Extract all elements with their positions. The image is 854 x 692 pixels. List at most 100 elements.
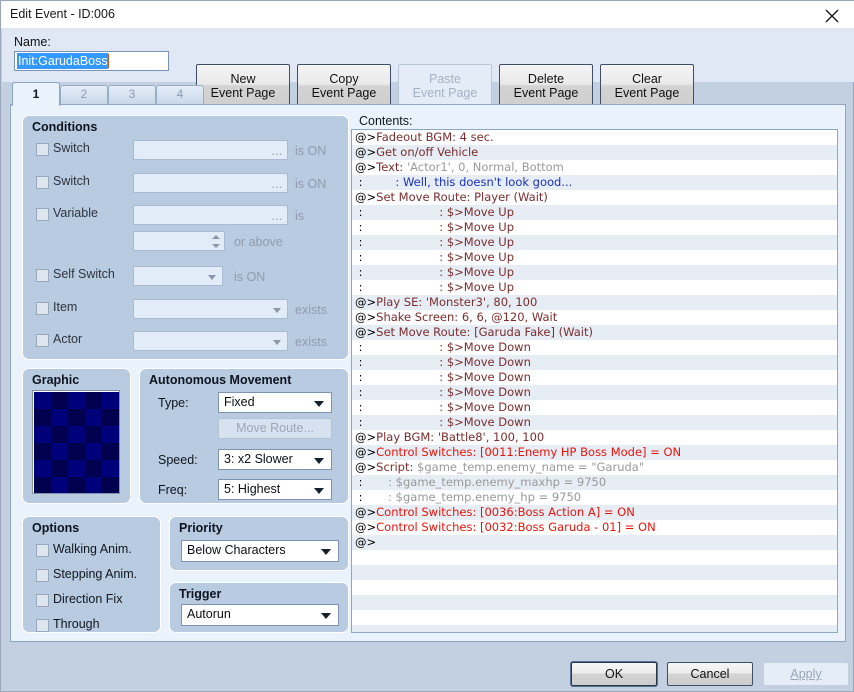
movement-type-label: Type:: [158, 396, 189, 410]
command-marker: @>: [355, 520, 377, 534]
close-icon[interactable]: [809, 1, 854, 28]
event-command-line[interactable]: : : $>Move Up: [352, 250, 837, 265]
option-direction-fix-checkbox[interactable]: [36, 594, 49, 607]
movement-type-dropdown[interactable]: Fixed: [218, 392, 332, 413]
spinner-arrows-icon: [212, 234, 221, 250]
event-command-line[interactable]: @>Text: 'Actor1', 0, Normal, Bottom: [352, 160, 837, 175]
tab-page-2[interactable]: 2: [60, 85, 108, 104]
tab-page-4[interactable]: 4: [156, 85, 204, 104]
command-marker: :: [355, 490, 367, 504]
event-command-line[interactable]: : : $>Move Down: [352, 385, 837, 400]
event-command-line[interactable]: [352, 580, 837, 595]
tab-page-1[interactable]: 1: [12, 82, 60, 106]
conditions-title: Conditions: [32, 120, 98, 134]
trigger-title: Trigger: [179, 587, 222, 601]
command-marker: :: [355, 175, 367, 189]
command-marker: :: [355, 205, 367, 219]
event-command-line[interactable]: @>Fadeout BGM: 4 sec.: [352, 130, 837, 145]
condition-item-checkbox[interactable]: [36, 302, 49, 315]
options-group: Options Walking Anim. Stepping Anim. Dir…: [22, 516, 161, 633]
condition-variable-label: Variable: [53, 206, 98, 220]
event-command-line[interactable]: [352, 550, 837, 565]
event-command-line[interactable]: @>Control Switches: [0011:Enemy HP Boss …: [352, 445, 837, 460]
chevron-down-icon: [321, 613, 331, 619]
priority-title: Priority: [179, 521, 223, 535]
condition-self-switch-suffix: is ON: [234, 270, 266, 284]
condition-switch-2-checkbox[interactable]: [36, 176, 49, 189]
event-command-line[interactable]: : : $>Move Down: [352, 415, 837, 430]
trigger-dropdown[interactable]: Autorun: [181, 604, 339, 626]
event-command-line[interactable]: : : $>Move Down: [352, 340, 837, 355]
event-command-line[interactable]: : : $game_temp.enemy_hp = 9750: [352, 490, 837, 505]
condition-self-switch-checkbox[interactable]: [36, 269, 49, 282]
cancel-button[interactable]: Cancel: [667, 662, 753, 686]
graphic-checker-pattern: [34, 392, 119, 493]
movement-speed-value: 3: x2 Slower: [224, 452, 293, 466]
condition-switch-1-checkbox[interactable]: [36, 143, 49, 156]
ellipsis-icon: ...: [271, 144, 283, 158]
condition-variable-or-above-label: or above: [234, 235, 283, 249]
event-commands-list[interactable]: @>Fadeout BGM: 4 sec. @>Get on/off Vehicl…: [351, 129, 838, 633]
condition-switch-2-label: Switch: [53, 174, 90, 188]
event-command-line[interactable]: : : $>Move Down: [352, 400, 837, 415]
event-command-line[interactable]: : : $game_temp.enemy_maxhp = 9750: [352, 475, 837, 490]
event-command-line[interactable]: @>Control Switches: [0036:Boss Action A]…: [352, 505, 837, 520]
condition-self-switch-label: Self Switch: [53, 267, 115, 281]
event-command-line[interactable]: @>Control Switches: [0032:Boss Garuda - …: [352, 520, 837, 535]
priority-dropdown[interactable]: Below Characters: [181, 540, 339, 562]
option-through-checkbox[interactable]: [36, 619, 49, 632]
command-marker: :: [355, 250, 367, 264]
event-command-line[interactable]: : : $>Move Up: [352, 220, 837, 235]
command-text: Control Switches: [0011:Enemy HP Boss Mo…: [376, 445, 682, 459]
movement-speed-dropdown[interactable]: 3: x2 Slower: [218, 449, 332, 470]
command-marker: @>: [355, 295, 377, 309]
condition-item-label: Item: [53, 300, 78, 314]
event-command-line[interactable]: : : $>Move Up: [352, 265, 837, 280]
event-command-line[interactable]: @>: [352, 535, 837, 550]
event-command-line[interactable]: [352, 610, 837, 625]
event-command-line[interactable]: [352, 595, 837, 610]
command-text: : $>Move Down: [366, 355, 531, 369]
command-marker: @>: [355, 460, 377, 474]
command-text: : $>Move Up: [366, 280, 514, 294]
event-command-line[interactable]: @>Script: $game_temp.enemy_name = "Garud…: [352, 460, 837, 475]
command-text: : $>Move Up: [366, 220, 514, 234]
command-text: : $>Move Up: [366, 205, 514, 219]
command-marker: @>: [355, 535, 377, 549]
option-stepping-anim-checkbox[interactable]: [36, 569, 49, 582]
event-command-line[interactable]: @>Shake Screen: 6, 6, @120, Wait: [352, 310, 837, 325]
event-command-line[interactable]: @>Set Move Route: [Garuda Fake] (Wait): [352, 325, 837, 340]
condition-variable-field: ...: [133, 205, 288, 225]
contents-label: Contents:: [359, 114, 413, 128]
command-text: : $>Move Down: [366, 385, 531, 399]
event-command-line[interactable]: : : $>Move Up: [352, 280, 837, 295]
ok-button[interactable]: OK: [571, 662, 657, 686]
command-marker: @>: [355, 310, 377, 324]
command-text: Play SE: 'Monster3', 80, 100: [376, 295, 538, 309]
event-command-line[interactable]: [352, 565, 837, 580]
event-command-line[interactable]: @>Play BGM: 'Battle8', 100, 100: [352, 430, 837, 445]
title-bar: Edit Event - ID:006: [1, 1, 854, 29]
event-command-line[interactable]: @>Get on/off Vehicle: [352, 145, 837, 160]
event-command-line[interactable]: : : $>Move Down: [352, 355, 837, 370]
event-command-line[interactable]: : : Well, this doesn't look good...: [352, 175, 837, 190]
condition-variable-checkbox[interactable]: [36, 208, 49, 221]
event-command-line[interactable]: [352, 625, 837, 632]
command-marker: :: [355, 370, 367, 384]
event-command-line[interactable]: @>Set Move Route: Player (Wait): [352, 190, 837, 205]
command-marker: @>: [355, 160, 377, 174]
graphic-preview[interactable]: [32, 390, 120, 494]
event-command-line[interactable]: : : $>Move Up: [352, 235, 837, 250]
event-name-input[interactable]: Init:GarudaBoss: [14, 51, 169, 71]
option-walking-anim-checkbox[interactable]: [36, 544, 49, 557]
tab-page-3[interactable]: 3: [108, 85, 156, 104]
priority-value: Below Characters: [187, 543, 286, 557]
event-command-line[interactable]: @>Play SE: 'Monster3', 80, 100: [352, 295, 837, 310]
conditions-group: Conditions Switch ... is ON Switch ... i…: [22, 115, 349, 360]
movement-freq-dropdown[interactable]: 5: Highest: [218, 479, 332, 500]
event-command-line[interactable]: : : $>Move Down: [352, 370, 837, 385]
event-command-line[interactable]: : : $>Move Up: [352, 205, 837, 220]
condition-actor-checkbox[interactable]: [36, 334, 49, 347]
command-text: : $>Move Up: [366, 265, 514, 279]
command-text: : $>Move Up: [366, 250, 514, 264]
